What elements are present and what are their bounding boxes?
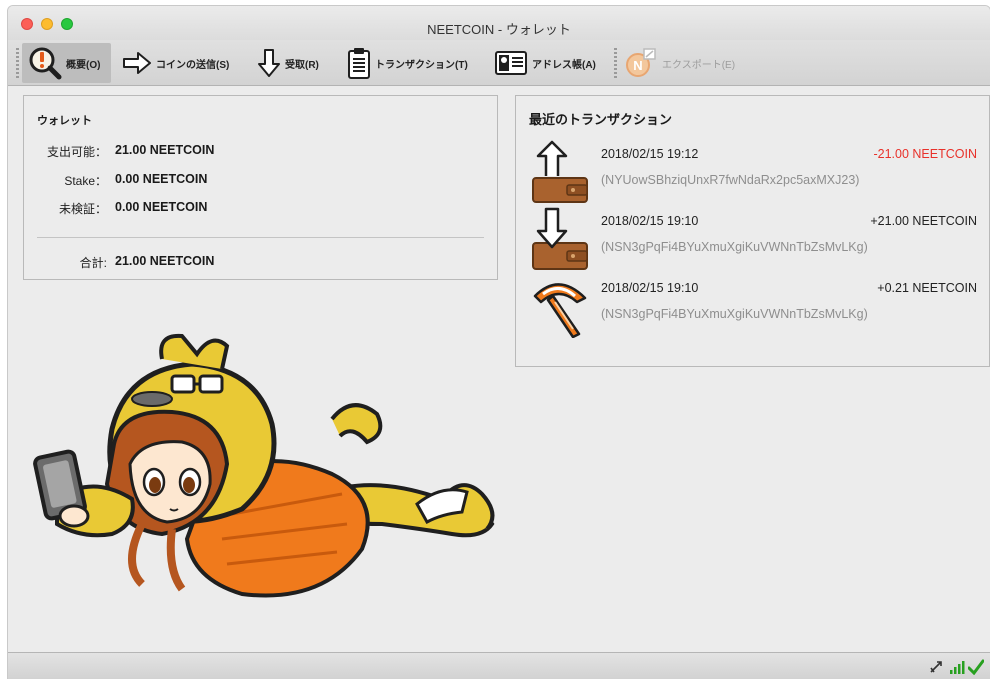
staking-icon[interactable] (929, 659, 945, 675)
pickaxe-icon (533, 283, 587, 338)
export-label: エクスポート(E) (662, 59, 736, 71)
transaction-row[interactable]: 2018/02/15 19:10 +21.00 NEETCOIN (NSN3gP… (529, 207, 977, 271)
title-bar: NEETCOIN - ウォレット (8, 6, 990, 40)
receive-arrow-icon (258, 49, 280, 77)
export-coin-icon: N (626, 48, 656, 77)
overview-label: 概要(O) (66, 59, 101, 71)
spendable-value: 21.00 NEETCOIN (115, 143, 215, 157)
balance-divider (37, 237, 484, 238)
toolbar-grip[interactable] (16, 48, 19, 78)
clipboard-icon (348, 48, 370, 79)
unconfirmed-value: 0.00 NEETCOIN (115, 200, 208, 214)
address-book-icon (495, 51, 527, 75)
toolbar-separator (614, 48, 617, 78)
unconfirmed-label: 未検証： (58, 202, 107, 216)
transaction-address: (NSN3gPqFi4BYuXmuXgiKuVWNnTbZsMvLKg) (601, 307, 868, 321)
transaction-amount: +0.21 NEETCOIN (877, 281, 977, 295)
recent-transactions-panel: 最近のトランザクション 2018/02/15 19:12 -21.00 NEET… (515, 95, 990, 367)
mascot-illustration (33, 333, 495, 598)
recent-transactions-heading: 最近のトランザクション (529, 112, 673, 127)
transaction-date: 2018/02/15 19:10 (601, 214, 699, 228)
stake-value: 0.00 NEETCOIN (115, 172, 208, 186)
wallet-heading: ウォレット (37, 115, 92, 127)
transaction-row[interactable]: 2018/02/15 19:10 +0.21 NEETCOIN (NSN3gPq… (529, 274, 977, 338)
transactions-label: トランザクション(T) (375, 59, 468, 71)
transaction-amount: +21.00 NEETCOIN (870, 214, 977, 228)
receive-label: 受取(R) (285, 59, 319, 71)
transaction-amount: -21.00 NEETCOIN (873, 147, 977, 161)
send-coins-label: コインの送信(S) (156, 59, 230, 71)
stake-label: Stake： (64, 174, 107, 188)
signal-bars-icon[interactable] (949, 659, 965, 675)
synced-check-icon[interactable] (968, 659, 984, 675)
window-title: NEETCOIN - ウォレット (427, 22, 571, 37)
send-coins-tab[interactable]: コインの送信(S) (116, 43, 235, 83)
transaction-address: (NYUowSBhziqUnxR7fwNdaRx2pc5axMXJ23) (601, 173, 860, 187)
address-book-label: アドレス帳(A) (532, 59, 596, 71)
total-label: 合計: (79, 256, 107, 270)
send-wallet-icon (532, 140, 588, 203)
spendable-label: 支出可能： (46, 145, 107, 159)
total-value: 21.00 NEETCOIN (115, 254, 215, 268)
receive-tab[interactable]: 受取(R) (251, 43, 325, 83)
send-arrow-icon (123, 52, 151, 74)
receive-wallet-icon (532, 207, 588, 270)
transactions-tab[interactable]: トランザクション(T) (341, 43, 474, 83)
export-tab[interactable]: N エクスポート(E) (618, 43, 741, 83)
address-book-tab[interactable]: アドレス帳(A) (488, 43, 602, 83)
wallet-balance-panel: ウォレット 支出可能： 21.00 NEETCOIN Stake： 0.00 N… (23, 95, 498, 280)
transaction-date: 2018/02/15 19:10 (601, 281, 699, 295)
status-bar (8, 652, 990, 679)
overview-tab[interactable]: 概要(O) (22, 43, 111, 83)
svg-text:N: N (633, 58, 642, 73)
transaction-row[interactable]: 2018/02/15 19:12 -21.00 NEETCOIN (NYUowS… (529, 140, 977, 204)
transaction-address: (NSN3gPqFi4BYuXmuXgiKuVWNnTbZsMvLKg) (601, 240, 868, 254)
wallet-window: NEETCOIN - ウォレット 概要(O) コインの送信(S) 受取(R) ト… (8, 6, 990, 679)
transaction-date: 2018/02/15 19:12 (601, 147, 699, 161)
magnifier-icon (29, 47, 62, 80)
toolbar: 概要(O) コインの送信(S) 受取(R) トランザクション(T) アドレス帳(… (8, 40, 990, 86)
